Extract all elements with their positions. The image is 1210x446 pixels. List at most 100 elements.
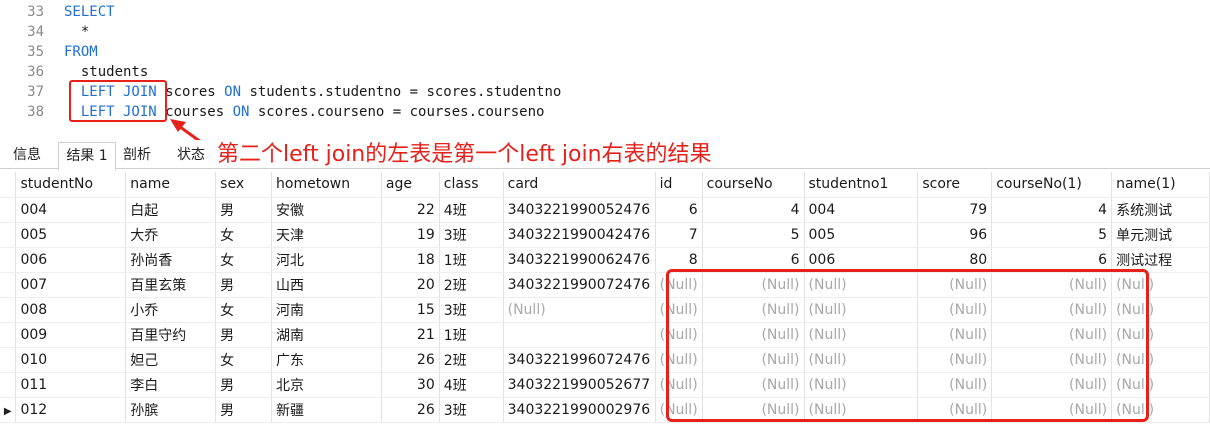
table-cell[interactable]: 005 bbox=[804, 222, 919, 248]
table-cell[interactable]: 湖南 bbox=[271, 322, 382, 348]
table-cell[interactable]: 安徽 bbox=[271, 197, 382, 223]
table-cell[interactable]: 79 bbox=[917, 197, 993, 223]
table-cell[interactable]: 1班 bbox=[439, 247, 504, 273]
table-cell[interactable]: 河南 bbox=[271, 297, 382, 323]
table-cell[interactable]: 男 bbox=[215, 197, 273, 223]
table-cell[interactable]: 3403221990072476 bbox=[503, 272, 656, 298]
table-row[interactable]: 004 白起男安徽 22 4班 3403221990052476 6 4 004 79 4 系统测试 bbox=[0, 197, 1210, 223]
table-cell[interactable]: 百里守约 bbox=[125, 322, 217, 348]
table-cell[interactable]: 孙尚香 bbox=[125, 247, 217, 273]
table-cell[interactable]: 006 bbox=[15, 247, 127, 273]
column-header[interactable]: card bbox=[503, 172, 656, 198]
table-cell[interactable]: 4 bbox=[702, 197, 805, 223]
table-cell[interactable]: 6 bbox=[655, 197, 703, 223]
table-cell[interactable]: 女 bbox=[215, 297, 273, 323]
row-gutter[interactable] bbox=[0, 247, 17, 273]
table-cell[interactable]: 008 bbox=[15, 297, 127, 323]
tab-result-1[interactable]: 结果 1 bbox=[58, 142, 116, 171]
table-cell[interactable]: (Null) bbox=[503, 297, 656, 323]
table-cell[interactable]: 2班 bbox=[439, 347, 504, 373]
table-cell[interactable]: 26 bbox=[381, 347, 440, 373]
table-cell[interactable]: 3403221990002976 bbox=[503, 397, 656, 423]
column-header[interactable]: studentno1 bbox=[804, 172, 919, 198]
column-header[interactable]: studentNo bbox=[15, 172, 127, 198]
row-gutter[interactable] bbox=[0, 197, 17, 223]
row-gutter[interactable] bbox=[0, 222, 17, 248]
table-cell[interactable]: 男 bbox=[215, 322, 273, 348]
table-cell[interactable]: 3班 bbox=[439, 397, 504, 423]
table-cell[interactable]: 山西 bbox=[271, 272, 382, 298]
table-cell[interactable]: 20 bbox=[381, 272, 440, 298]
table-cell[interactable]: 白起 bbox=[125, 197, 217, 223]
table-cell[interactable]: 河北 bbox=[271, 247, 382, 273]
table-cell[interactable]: 百里玄策 bbox=[125, 272, 217, 298]
row-gutter[interactable]: ▶ bbox=[0, 397, 17, 423]
column-header[interactable]: score bbox=[917, 172, 993, 198]
table-cell[interactable]: 3班 bbox=[439, 222, 504, 248]
tab-profile[interactable]: 剖析 bbox=[116, 142, 158, 168]
table-cell[interactable]: 4 bbox=[991, 197, 1113, 223]
table-cell[interactable]: 2班 bbox=[439, 272, 504, 298]
table-cell[interactable]: 女 bbox=[215, 222, 273, 248]
column-header[interactable]: courseNo(1) bbox=[991, 172, 1113, 198]
table-cell[interactable]: 007 bbox=[15, 272, 127, 298]
table-cell[interactable]: 3403221990052677 bbox=[503, 372, 656, 398]
table-cell[interactable]: 005 bbox=[15, 222, 127, 248]
table-cell[interactable]: 009 bbox=[15, 322, 127, 348]
table-cell[interactable] bbox=[503, 322, 656, 348]
table-cell[interactable]: 3403221990052476 bbox=[503, 197, 656, 223]
table-cell[interactable]: 96 bbox=[917, 222, 993, 248]
tab-info[interactable]: 信息 bbox=[4, 142, 50, 168]
column-header[interactable]: id bbox=[655, 172, 703, 198]
column-header[interactable]: name bbox=[125, 172, 217, 198]
table-cell[interactable]: 010 bbox=[15, 347, 127, 373]
table-cell[interactable]: 5 bbox=[702, 222, 805, 248]
table-cell[interactable]: 系统测试 bbox=[1111, 197, 1210, 223]
row-gutter[interactable] bbox=[0, 297, 17, 323]
column-header[interactable]: sex bbox=[215, 172, 273, 198]
column-header[interactable]: age bbox=[381, 172, 440, 198]
table-cell[interactable]: 3403221990042476 bbox=[503, 222, 656, 248]
table-cell[interactable]: 男 bbox=[215, 372, 273, 398]
table-cell[interactable]: 女 bbox=[215, 247, 273, 273]
table-cell[interactable]: 男 bbox=[215, 272, 273, 298]
table-cell[interactable]: 004 bbox=[15, 197, 127, 223]
column-header[interactable]: class bbox=[439, 172, 504, 198]
table-cell[interactable]: 21 bbox=[381, 322, 440, 348]
table-cell[interactable]: 大乔 bbox=[125, 222, 217, 248]
table-cell[interactable]: 22 bbox=[381, 197, 440, 223]
table-cell[interactable]: 4班 bbox=[439, 372, 504, 398]
table-cell[interactable]: 26 bbox=[381, 397, 440, 423]
table-cell[interactable]: 3403221990062476 bbox=[503, 247, 656, 273]
table-cell[interactable]: 广东 bbox=[271, 347, 382, 373]
table-cell[interactable]: 1班 bbox=[439, 322, 504, 348]
row-gutter[interactable] bbox=[0, 347, 17, 373]
table-cell[interactable]: 7 bbox=[655, 222, 703, 248]
row-gutter[interactable] bbox=[0, 272, 17, 298]
column-header[interactable]: name(1) bbox=[1111, 172, 1210, 198]
table-cell[interactable]: 011 bbox=[15, 372, 127, 398]
table-cell[interactable]: 李白 bbox=[125, 372, 217, 398]
column-header[interactable]: hometown bbox=[271, 172, 382, 198]
table-cell[interactable]: 004 bbox=[804, 197, 919, 223]
table-cell[interactable]: 3403221996072476 bbox=[503, 347, 656, 373]
column-header[interactable]: courseNo bbox=[702, 172, 805, 198]
table-cell[interactable]: 男 bbox=[215, 397, 273, 423]
table-cell[interactable]: 30 bbox=[381, 372, 440, 398]
table-cell[interactable]: 18 bbox=[381, 247, 440, 273]
row-gutter[interactable] bbox=[0, 322, 17, 348]
table-cell[interactable]: 北京 bbox=[271, 372, 382, 398]
table-cell[interactable]: 天津 bbox=[271, 222, 382, 248]
table-cell[interactable]: 15 bbox=[381, 297, 440, 323]
table-row[interactable]: 005 大乔女天津 19 3班 3403221990042476 7 5 005 96 5 单元测试 bbox=[0, 222, 1210, 248]
table-cell[interactable]: 妲己 bbox=[125, 347, 217, 373]
row-gutter[interactable] bbox=[0, 372, 17, 398]
table-cell[interactable]: 单元测试 bbox=[1111, 222, 1210, 248]
table-cell[interactable]: 012 bbox=[15, 397, 127, 423]
table-cell[interactable]: 3班 bbox=[439, 297, 504, 323]
tab-status[interactable]: 状态 bbox=[170, 142, 212, 168]
table-cell[interactable]: 新疆 bbox=[271, 397, 382, 423]
table-cell[interactable]: 女 bbox=[215, 347, 273, 373]
table-cell[interactable]: 19 bbox=[381, 222, 440, 248]
table-cell[interactable]: 孙膑 bbox=[125, 397, 217, 423]
